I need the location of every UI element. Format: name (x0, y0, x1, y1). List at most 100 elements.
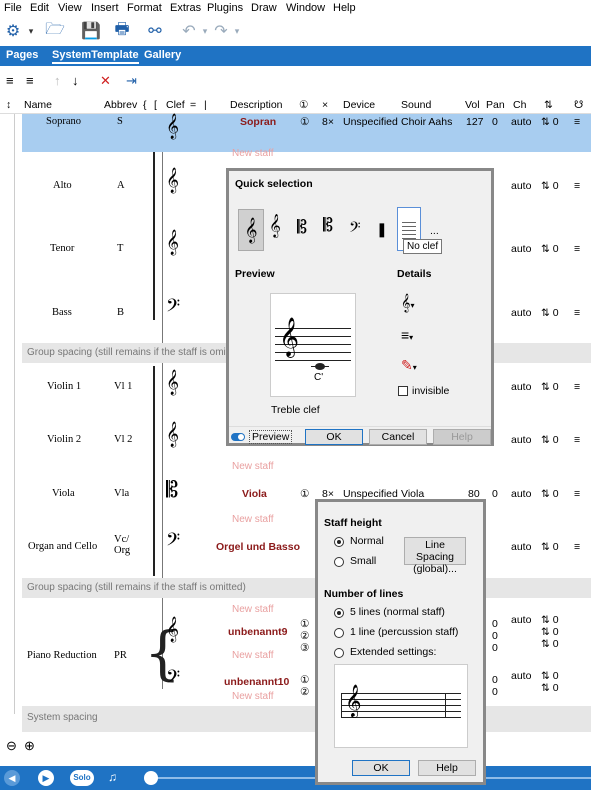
row-ch[interactable]: auto (511, 541, 531, 553)
invisible-checkbox[interactable] (398, 386, 408, 396)
row-pan[interactable]: 00 (492, 674, 498, 698)
menu-view[interactable]: View (58, 2, 82, 14)
row-staff-name[interactable]: unbenannt10 (224, 676, 289, 688)
percussion-clef-icon[interactable]: ❚ (376, 221, 388, 238)
row-ch[interactable]: auto (511, 307, 531, 319)
chevron-down-icon[interactable]: ▾ (226, 20, 248, 42)
row-name[interactable]: Viola (52, 488, 75, 499)
mute-icon[interactable]: ≡ (574, 488, 580, 500)
col-description[interactable]: Description (230, 99, 283, 111)
row-transpose[interactable]: ⇅ 0 (541, 381, 559, 393)
move-down-icon[interactable]: ↓ (72, 73, 79, 88)
col-clef[interactable]: Clef (166, 99, 185, 111)
row-transpose[interactable]: ⇅ 0 (541, 488, 559, 500)
normal-radio[interactable] (334, 537, 344, 547)
treble-clef-icon[interactable]: 𝄞 (166, 619, 179, 641)
preview-toggle-label[interactable]: Preview (249, 430, 293, 444)
row-abbrev[interactable]: S (117, 116, 123, 127)
small-radio[interactable] (334, 557, 344, 567)
color-dropdown[interactable]: ✎▾ (401, 357, 417, 374)
mute-icon[interactable]: ≡ (574, 243, 580, 255)
mute-icon[interactable]: ≡ (574, 381, 580, 393)
new-staff-label[interactable]: New staff (232, 691, 274, 702)
treble-clef-icon[interactable]: 𝄞 (166, 372, 179, 394)
extended-radio[interactable] (334, 648, 344, 658)
row-device[interactable]: Unspecified (343, 116, 398, 128)
row-ch[interactable]: auto (511, 243, 531, 255)
help-button[interactable]: Help (433, 429, 491, 445)
col-multiplier[interactable]: × (322, 99, 328, 111)
row-abbrev[interactable]: T (117, 243, 123, 254)
col-bar[interactable]: | (204, 99, 207, 111)
add-staff-icon[interactable]: ≡ (6, 73, 14, 88)
share-icon[interactable]: ⚯ (144, 20, 166, 42)
menu-edit[interactable]: Edit (30, 2, 49, 14)
row-transpose[interactable]: ⇅ 0 (541, 307, 559, 319)
row-pan[interactable]: 000 (492, 618, 498, 654)
bass-clef-icon[interactable]: 𝄢 (166, 298, 180, 320)
mute-icon[interactable]: ≡ (574, 307, 580, 319)
sort-icon[interactable]: ↕ (6, 99, 11, 111)
menu-plugins[interactable]: Plugins (207, 2, 243, 14)
menu-extras[interactable]: Extras (170, 2, 201, 14)
position-slider-handle[interactable] (144, 771, 158, 785)
row-name[interactable]: Organ and Cello (28, 541, 97, 552)
solo-button[interactable]: Solo (70, 770, 94, 786)
row-name[interactable]: Piano Reduction (27, 650, 97, 661)
row-transpose[interactable]: ⇅ 0 (541, 116, 559, 128)
alto-clef-icon[interactable]: 𝄡 (297, 217, 307, 238)
row-name[interactable]: Alto (53, 180, 72, 191)
more-clefs-button[interactable]: ... (430, 225, 439, 237)
col-device[interactable]: Device (343, 99, 375, 111)
bass-clef-icon[interactable]: 𝄢 (349, 219, 361, 240)
menu-format[interactable]: Format (127, 2, 162, 14)
rewind-icon[interactable]: ◀ (4, 770, 20, 786)
staff-lines-dropdown[interactable]: ≡▾ (401, 327, 413, 343)
col-bracket[interactable]: [ (154, 99, 157, 111)
treble-8-clef-icon[interactable]: 𝄞 (166, 232, 179, 254)
tenor-clef-icon[interactable]: 𝄡 (323, 215, 333, 236)
tab-pages[interactable]: Pages (6, 49, 38, 61)
mute-icon[interactable]: ≡ (574, 116, 580, 128)
row-ch[interactable]: auto (511, 180, 531, 192)
col-transpose-icon[interactable]: ⇅ (544, 99, 553, 111)
row-staff-name[interactable]: unbenannt9 (228, 626, 288, 638)
row-abbrev[interactable]: Vla (114, 488, 129, 499)
tab-gallery[interactable]: Gallery (144, 49, 181, 61)
mute-icon[interactable]: ≡ (574, 541, 580, 553)
add-group-icon[interactable]: ≡ (26, 73, 34, 88)
row-pan[interactable]: 0 (492, 116, 498, 128)
col-index[interactable]: ① (299, 99, 308, 111)
row-abbrev[interactable]: Vc/ Org (114, 534, 134, 556)
col-abbrev[interactable]: Abbrev (104, 99, 137, 111)
col-pan[interactable]: Pan (486, 99, 505, 111)
row-ch[interactable]: auto (511, 488, 531, 500)
chevron-down-icon[interactable]: ▾ (20, 20, 42, 42)
row-ch[interactable]: auto (511, 116, 531, 128)
ok-button[interactable]: OK (305, 429, 363, 445)
row-transpose[interactable]: ⇅ 0 (541, 243, 559, 255)
row-staff-name[interactable]: Orgel und Basso (216, 541, 300, 553)
row-pan[interactable]: 0 (492, 488, 498, 500)
row-transpose[interactable]: ⇅ 0 (541, 434, 559, 446)
ok-button[interactable]: OK (352, 760, 410, 776)
system-spacing-row[interactable]: System spacing (22, 706, 591, 732)
col-barline[interactable]: = (190, 99, 196, 111)
treble-clef-icon[interactable]: 𝄞 (166, 424, 179, 446)
zoom-out-icon[interactable]: ⊖ (6, 738, 17, 754)
row-staff-name[interactable]: Viola (242, 488, 267, 500)
col-brace[interactable]: { (143, 99, 147, 111)
row-staff-name[interactable]: Sopran (240, 116, 276, 128)
treble-8-clef-icon[interactable]: 𝄞 (269, 215, 281, 238)
row-vol[interactable]: 127 (466, 116, 484, 128)
row-name[interactable]: Tenor (50, 243, 74, 254)
menu-draw[interactable]: Draw (251, 2, 277, 14)
col-vol[interactable]: Vol (465, 99, 480, 111)
row-name[interactable]: Violin 1 (47, 381, 81, 392)
indent-icon[interactable]: ⇥ (126, 73, 137, 89)
mute-icon[interactable]: ≡ (574, 180, 580, 192)
row-ch[interactable]: auto (511, 670, 531, 682)
treble-clef-icon[interactable]: 𝄞 (166, 170, 179, 192)
row-abbrev[interactable]: A (117, 180, 125, 191)
row-abbrev[interactable]: B (117, 307, 124, 318)
